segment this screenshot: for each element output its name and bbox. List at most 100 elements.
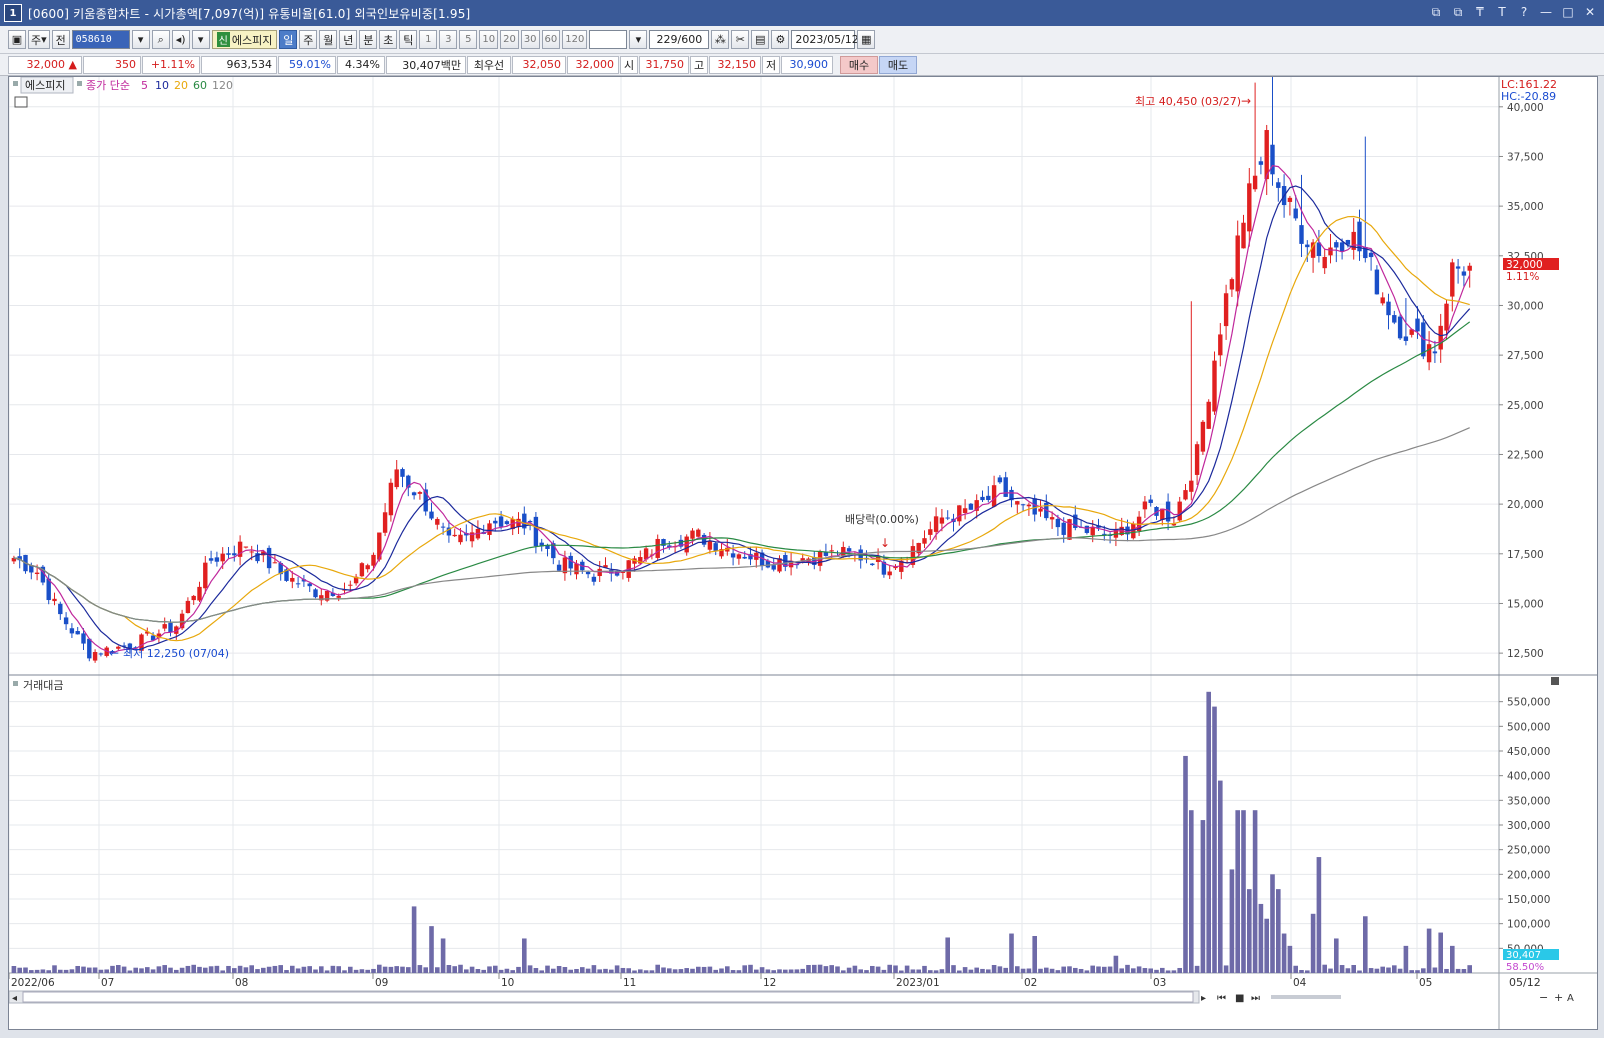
close-icon[interactable]: ✕ <box>1582 4 1598 20</box>
volume-bar <box>945 937 950 973</box>
bar-count-input[interactable]: 229/600 <box>649 30 710 49</box>
volume-bar <box>846 967 852 973</box>
time-tick-label: 11 <box>623 977 636 989</box>
volume-pane-toggle-icon[interactable] <box>1551 677 1559 685</box>
rewind-icon[interactable]: ⏮ <box>1217 993 1226 1004</box>
volume-bar <box>290 965 295 973</box>
interval-5[interactable]: 5 <box>459 30 478 49</box>
buy-button[interactable]: 매수 <box>840 55 878 74</box>
search-icon[interactable]: ⌕ <box>151 30 170 49</box>
candle-body <box>1258 161 1264 165</box>
table-icon[interactable] <box>14 96 28 108</box>
interval-60[interactable]: 60 <box>541 30 561 49</box>
interval-custom-input[interactable] <box>589 30 628 49</box>
candle-body <box>1322 256 1327 269</box>
volume-bar <box>1165 970 1171 973</box>
full-button[interactable]: 전 <box>51 30 70 49</box>
candle-body <box>1194 444 1200 475</box>
help-icon[interactable]: ? <box>1516 4 1532 20</box>
tab-week[interactable]: 주 <box>299 30 318 49</box>
fast-forward-icon[interactable]: ⏭ <box>1251 993 1260 1004</box>
calendar-icon[interactable]: ▦ <box>857 30 876 49</box>
maximize-icon[interactable]: □ <box>1560 4 1576 20</box>
volume-bar <box>870 965 875 973</box>
candle-body <box>214 557 220 562</box>
scroll-left-icon[interactable]: ◂ <box>12 993 17 1004</box>
speaker-dropdown-icon[interactable]: ▾ <box>191 30 210 49</box>
volume-bar <box>191 964 196 973</box>
interval-20[interactable]: 20 <box>500 30 519 49</box>
ma-legend-5[interactable]: 5 <box>141 79 148 92</box>
zoom-slider[interactable] <box>1271 995 1341 999</box>
save-icon[interactable]: ▤ <box>751 30 770 49</box>
link-icon[interactable]: ⧉ <box>1428 4 1444 20</box>
ma-legend-20[interactable]: 20 <box>174 79 188 92</box>
tab-day[interactable]: 일 <box>279 30 298 49</box>
tab-minute[interactable]: 분 <box>359 30 378 49</box>
candle-body <box>730 553 736 558</box>
interval-dropdown-icon[interactable]: ▾ <box>629 30 648 49</box>
stock-name-box[interactable]: 신 에스피지 <box>211 30 278 49</box>
volume-bar <box>986 969 991 973</box>
volume-bar <box>562 967 568 973</box>
volume-bar <box>1200 820 1206 973</box>
stock-code-input[interactable]: 058610 <box>71 30 130 49</box>
volume-bar <box>1299 970 1304 973</box>
settings-icon[interactable]: ⚙ <box>771 30 790 49</box>
indicator-icon[interactable]: ⁂ <box>711 30 730 49</box>
tab-year[interactable]: 년 <box>339 30 358 49</box>
candle-body <box>980 496 985 501</box>
current-pct-tag: 1.11% <box>1506 271 1539 283</box>
ma-legend-120[interactable]: 120 <box>212 79 233 92</box>
tab-second[interactable]: 초 <box>379 30 398 49</box>
interval-3[interactable]: 3 <box>439 30 458 49</box>
candle-body <box>266 547 272 569</box>
tab-month[interactable]: 월 <box>319 30 338 49</box>
code-dropdown-icon[interactable]: ▾ <box>131 30 150 49</box>
volume-bar <box>1397 968 1403 973</box>
pin-icon[interactable]: ₸ <box>1472 4 1488 20</box>
volume-value: 963,534 <box>201 55 277 74</box>
interval-120[interactable]: 120 <box>562 30 588 49</box>
chart-panel[interactable]: 40,000 37,500 35,000 32,500 30,000 27,500 25,0… <box>8 12 1598 1030</box>
ma-legend-60[interactable]: 60 <box>193 79 207 92</box>
tab-tick[interactable]: 틱 <box>399 30 418 49</box>
scroll-right-icon[interactable]: ▸ <box>1201 993 1206 1004</box>
zoom-out-icon[interactable]: − <box>1539 991 1548 1004</box>
candle-body <box>1177 501 1182 521</box>
volume-legend[interactable]: 거래대금 <box>23 679 63 692</box>
ma-legend-box-icon <box>77 81 82 86</box>
candle-body <box>556 564 562 571</box>
volume-bar <box>411 906 417 973</box>
interval-30[interactable]: 30 <box>520 30 540 49</box>
interval-10[interactable]: 10 <box>479 30 499 49</box>
zoom-in-icon[interactable]: + <box>1554 991 1563 1004</box>
volume-bar <box>174 969 179 973</box>
stop-icon[interactable]: ■ <box>1235 993 1244 1004</box>
volume-bar <box>533 968 539 973</box>
font-icon[interactable]: T <box>1494 4 1510 20</box>
scrollbar-thumb[interactable] <box>22 991 1194 1003</box>
volume-bar <box>1177 967 1182 973</box>
period-select[interactable]: 주 ▾ <box>28 30 50 49</box>
candle-body <box>928 529 933 535</box>
scissors-icon[interactable]: ✂ <box>731 30 750 49</box>
bar-count: 229 <box>656 33 678 46</box>
price-chart[interactable]: 40,00037,50035,00032,50030,00027,50025,0… <box>8 12 1597 1029</box>
volume-tick-label: 100,000 <box>1507 919 1550 931</box>
layout-icon[interactable]: ▣ <box>8 30 26 49</box>
speaker-icon[interactable]: ◂) <box>171 30 190 49</box>
date-input[interactable]: 2023/05/12 <box>791 30 859 49</box>
auto-scale-icon[interactable]: A <box>1567 993 1574 1004</box>
volume-bar <box>893 965 898 973</box>
dividend-arrow-icon: ↓ <box>880 536 890 550</box>
low-price: 30,900 <box>781 55 833 74</box>
minimize-icon[interactable]: — <box>1538 4 1554 20</box>
volume-bar <box>1392 965 1397 973</box>
ma-legend-10[interactable]: 10 <box>155 79 169 92</box>
sell-button[interactable]: 매도 <box>879 55 917 74</box>
ma-legend-label[interactable]: 종가 단순 <box>86 79 130 92</box>
candle-body <box>359 563 365 577</box>
interval-1[interactable]: 1 <box>419 30 438 49</box>
copy-window-icon[interactable]: ⧉ <box>1450 4 1466 20</box>
